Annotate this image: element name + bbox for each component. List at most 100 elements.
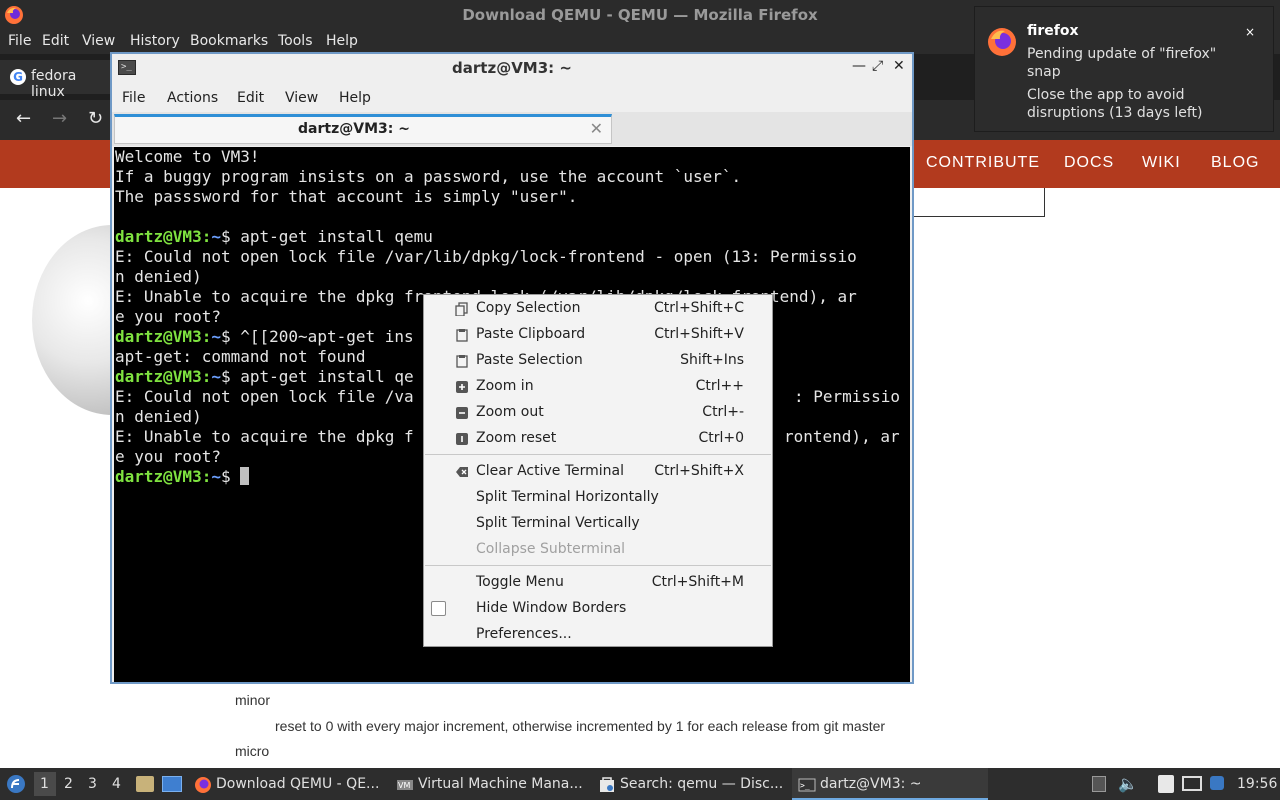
checkbox[interactable] bbox=[431, 601, 446, 616]
terminal-tab-row: dartz@VM3: ~ ✕ bbox=[112, 112, 912, 146]
tray-notes-icon[interactable] bbox=[1158, 775, 1174, 793]
prompt-dir: ~ bbox=[211, 327, 221, 346]
terminal-line: The passsword for that account is simply… bbox=[115, 187, 857, 207]
prompt-user: dartz@VM3 bbox=[115, 467, 202, 486]
volume-icon[interactable]: 🔈 bbox=[1118, 774, 1138, 793]
nav-docs[interactable]: DOCS bbox=[1064, 154, 1114, 172]
task-discover[interactable]: Search: qemu — Disc... bbox=[592, 768, 792, 800]
menu-item-shortcut: Ctrl+0 bbox=[698, 430, 744, 446]
menu-item-toggle-menu[interactable]: Toggle Menu Ctrl+Shift+M bbox=[424, 570, 772, 596]
menu-item-hide-window-borders[interactable]: Hide Window Borders bbox=[424, 596, 772, 622]
output-text: e you root? bbox=[115, 447, 221, 466]
tray-update-icon[interactable] bbox=[1210, 776, 1224, 790]
copy-icon bbox=[455, 302, 468, 316]
close-window-icon[interactable]: ✕ bbox=[893, 58, 905, 74]
menu-item-split-terminal-horizontally[interactable]: Split Terminal Horizontally bbox=[424, 485, 772, 511]
clock[interactable]: 19:56 bbox=[1237, 776, 1277, 792]
file-manager-icon[interactable] bbox=[136, 776, 154, 792]
site-search-box[interactable] bbox=[912, 188, 1045, 217]
menu-item-zoom-reset[interactable]: Zoom reset Ctrl+0 bbox=[424, 426, 772, 452]
workspace-3[interactable]: 3 bbox=[88, 776, 97, 792]
nav-wiki[interactable]: WIKI bbox=[1142, 154, 1181, 172]
nav-blog[interactable]: BLOG bbox=[1211, 154, 1259, 172]
prompt-dir: ~ bbox=[211, 467, 221, 486]
forward-arrow-icon[interactable]: → bbox=[52, 108, 67, 129]
reload-icon[interactable]: ↻ bbox=[88, 108, 103, 129]
ff-menu-edit[interactable]: Edit bbox=[42, 33, 69, 49]
svg-text:>_: >_ bbox=[800, 781, 810, 790]
menu-item-split-terminal-vertically[interactable]: Split Terminal Vertically bbox=[424, 511, 772, 537]
menu-item-zoom-in[interactable]: Zoom in Ctrl++ bbox=[424, 374, 772, 400]
notification-body: Close the app to avoid disruptions (13 d… bbox=[1027, 87, 1203, 121]
menu-item-label: Zoom in bbox=[476, 378, 534, 394]
terminal-icon: >_ bbox=[798, 778, 816, 792]
prompt-end: $ bbox=[220, 227, 241, 246]
terminal-menubar: File Actions Edit View Help bbox=[112, 84, 912, 112]
menu-item-preferences[interactable]: Preferences... bbox=[424, 622, 772, 648]
nav-contribute[interactable]: CONTRIBUTE bbox=[926, 154, 1040, 172]
back-arrow-icon[interactable]: ← bbox=[16, 108, 31, 129]
menu-item-label: Split Terminal Vertically bbox=[476, 515, 640, 531]
ff-menu-help[interactable]: Help bbox=[326, 33, 358, 49]
menu-item-shortcut: Shift+Ins bbox=[680, 352, 744, 368]
output-text-tail: : Permissio bbox=[794, 387, 900, 406]
svg-text:VM: VM bbox=[398, 781, 410, 790]
terminal-line: E: Could not open lock file /var/lib/dpk… bbox=[115, 247, 857, 267]
ff-menu-file[interactable]: File bbox=[8, 33, 31, 49]
prompt-separator: : bbox=[201, 367, 212, 386]
tray-display-icon[interactable] bbox=[1182, 776, 1202, 791]
tab-close-icon[interactable]: ✕ bbox=[590, 119, 603, 138]
ff-menu-bookmarks[interactable]: Bookmarks bbox=[190, 33, 268, 49]
menu-item-label: Zoom out bbox=[476, 404, 544, 420]
minimize-icon[interactable]: — bbox=[852, 58, 866, 74]
terminal-tab[interactable]: dartz@VM3: ~ ✕ bbox=[114, 114, 612, 144]
app-launcher-icon[interactable] bbox=[6, 774, 26, 794]
firefox-tab-title: fedora linux bbox=[31, 68, 77, 100]
menu-item-paste-clipboard[interactable]: Paste Clipboard Ctrl+Shift+V bbox=[424, 322, 772, 348]
menu-item-paste-selection[interactable]: Paste Selection Shift+Ins bbox=[424, 348, 772, 374]
term-menu-file[interactable]: File bbox=[122, 90, 145, 106]
paste-icon bbox=[456, 329, 468, 342]
show-desktop-icon[interactable] bbox=[162, 776, 182, 792]
workspace-2[interactable]: 2 bbox=[64, 776, 73, 792]
tray-clipboard-icon[interactable] bbox=[1092, 776, 1106, 792]
task-virt-manager[interactable]: VM Virtual Machine Mana... bbox=[390, 768, 590, 800]
workspace-1[interactable]: 1 bbox=[40, 776, 49, 792]
menu-item-label: Split Terminal Horizontally bbox=[476, 489, 659, 505]
menu-separator bbox=[425, 454, 771, 455]
ff-menu-history[interactable]: History bbox=[130, 33, 180, 49]
task-terminal[interactable]: >_ dartz@VM3: ~ bbox=[792, 768, 988, 800]
doc-desc-minor: reset to 0 with every major increment, o… bbox=[275, 718, 886, 734]
menu-item-label: Copy Selection bbox=[476, 300, 581, 316]
task-firefox[interactable]: Download QEMU - QE... bbox=[188, 768, 388, 800]
workspace-4[interactable]: 4 bbox=[112, 776, 121, 792]
notification-popup[interactable]: firefox × Pending update of "firefox" sn… bbox=[974, 6, 1274, 132]
ff-menu-tools[interactable]: Tools bbox=[278, 33, 313, 49]
task-label: Virtual Machine Mana... bbox=[418, 776, 583, 792]
notification-close-icon[interactable]: × bbox=[1245, 25, 1255, 39]
terminal-line: dartz@VM3:~$ apt-get install qemu bbox=[115, 227, 857, 247]
ff-menu-view[interactable]: View bbox=[82, 33, 115, 49]
prompt-dir: ~ bbox=[211, 227, 221, 246]
menu-item-shortcut: Ctrl+Shift+X bbox=[654, 463, 744, 479]
terminal-titlebar[interactable]: >_ dartz@VM3: ~ — ⤢ ✕ bbox=[112, 54, 912, 82]
menu-item-zoom-out[interactable]: Zoom out Ctrl+- bbox=[424, 400, 772, 426]
menu-item-label: Paste Clipboard bbox=[476, 326, 586, 342]
term-menu-actions[interactable]: Actions bbox=[167, 90, 218, 106]
menu-separator bbox=[425, 565, 771, 566]
term-menu-edit[interactable]: Edit bbox=[237, 90, 264, 106]
term-menu-view[interactable]: View bbox=[285, 90, 318, 106]
firefox-icon bbox=[195, 777, 211, 793]
menu-item-label: Clear Active Terminal bbox=[476, 463, 624, 479]
menu-item-collapse-subterminal: Collapse Subterminal bbox=[424, 537, 772, 563]
menu-item-copy-selection[interactable]: Copy Selection Ctrl+Shift+C bbox=[424, 296, 772, 322]
zoom-in-icon bbox=[456, 381, 468, 393]
term-menu-help[interactable]: Help bbox=[339, 90, 371, 106]
output-text: E: Could not open lock file /va bbox=[115, 387, 414, 406]
task-label: Search: qemu — Disc... bbox=[620, 776, 784, 792]
firefox-tab[interactable]: G fedora linux bbox=[0, 60, 112, 100]
maximize-icon[interactable]: ⤢ bbox=[872, 58, 883, 74]
menu-item-clear-active-terminal[interactable]: Clear Active Terminal Ctrl+Shift+X bbox=[424, 459, 772, 485]
menu-item-label: Zoom reset bbox=[476, 430, 557, 446]
